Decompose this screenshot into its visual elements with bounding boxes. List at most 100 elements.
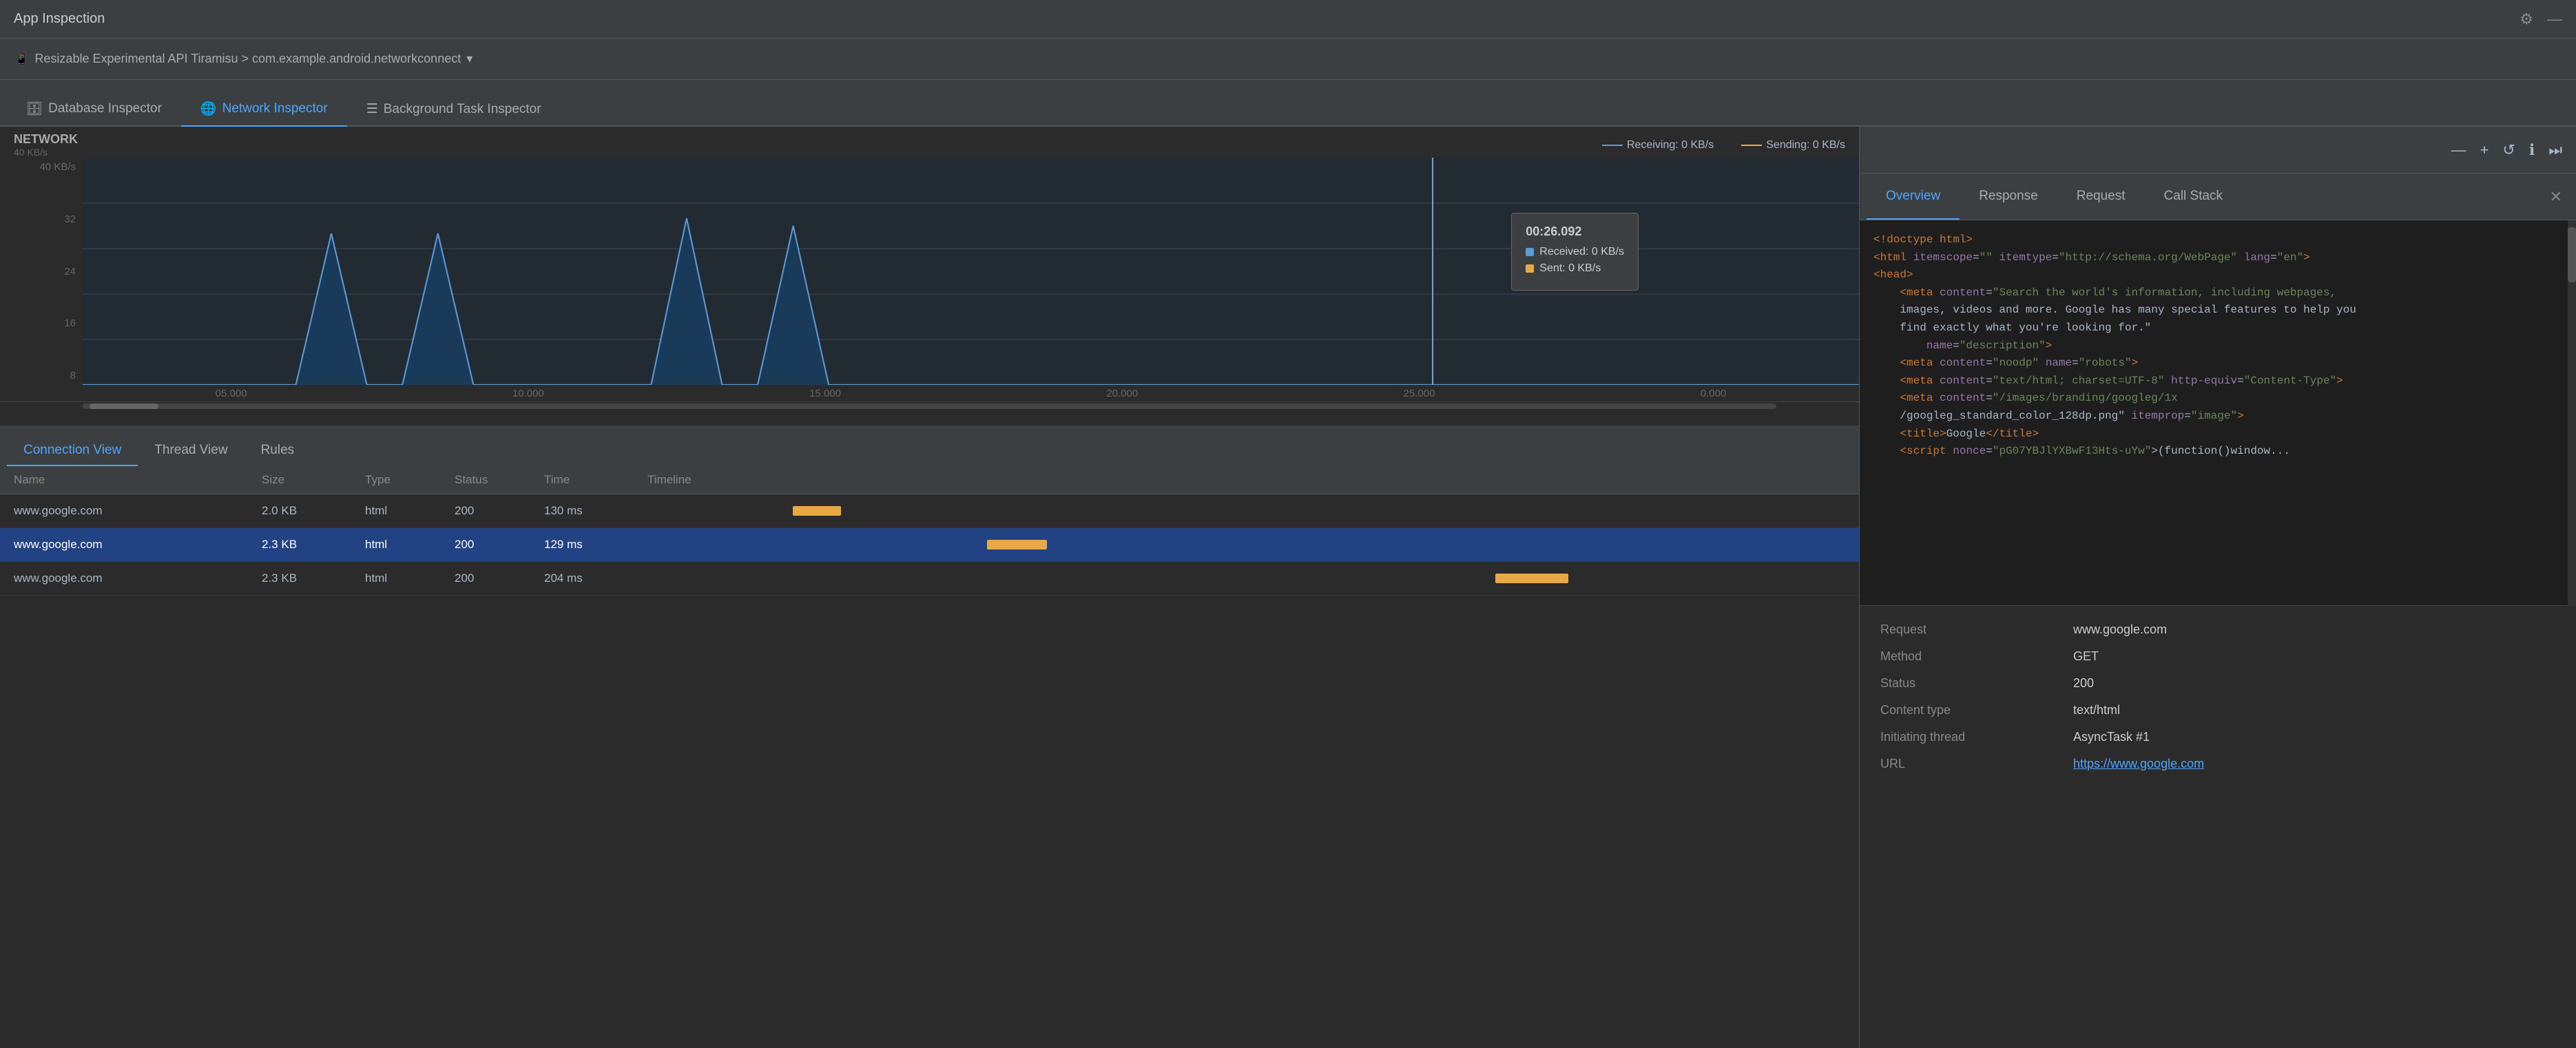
meta-method-label: Method [1880, 649, 2073, 664]
x-label-15: 15.000 [809, 388, 841, 399]
tab-background[interactable]: ☰ Background Task Inspector [347, 93, 561, 127]
th-timeline-label: Timeline [647, 473, 692, 486]
row2-time: 129 ms [544, 538, 647, 552]
meta-content-type-label: Content type [1880, 703, 2073, 717]
row2-size: 2.3 KB [262, 538, 365, 552]
meta-content-type: Content type text/html [1880, 703, 2555, 717]
x-label-05: 05.000 [216, 388, 247, 399]
row2-name: www.google.com [0, 538, 262, 552]
tab-callstack-label: Call Stack [2164, 189, 2223, 204]
info-icon[interactable]: ℹ [2529, 141, 2535, 159]
tooltip-sent-row: Sent: 0 KB/s [1526, 262, 1624, 275]
code-line: <meta content="/images/branding/googleg/… [1873, 390, 2562, 408]
meta-status-label: Status [1880, 676, 2073, 691]
sub-tabs: Connection View Thread View Rules [0, 426, 1859, 466]
tab-response-label: Response [1979, 189, 2038, 204]
scrollbar-area[interactable] [0, 404, 1859, 417]
tooltip-sent-label: Sent: 0 KB/s [1539, 262, 1601, 275]
th-timeline[interactable]: Timeline [647, 473, 1859, 487]
table-row[interactable]: www.google.com 2.3 KB html 200 129 ms [0, 528, 1859, 562]
row3-name: www.google.com [0, 572, 262, 585]
left-panel: NETWORK 40 KB/s Receiving: 0 KB/s Sendin… [0, 127, 1860, 1048]
tab-overview-label: Overview [1886, 189, 1940, 204]
tooltip: 00:26.092 Received: 0 KB/s Sent: 0 KB/s [1511, 213, 1639, 291]
tab-response[interactable]: Response [1960, 174, 2057, 220]
network-graph: NETWORK 40 KB/s Receiving: 0 KB/s Sendin… [0, 127, 1859, 402]
graph-body: 40 KB/s 32 24 16 8 [0, 158, 1859, 385]
row3-bar [1495, 574, 1568, 583]
play-icon[interactable]: ⏭ [2548, 141, 2562, 159]
reset-icon[interactable]: ↺ [2502, 141, 2515, 159]
tooltip-received-label: Received: 0 KB/s [1539, 246, 1624, 258]
code-view: <!doctype html> <html itemscope="" itemt… [1860, 220, 2576, 606]
code-line: <head> [1873, 266, 2562, 284]
row3-timeline [647, 570, 1859, 587]
tab-callstack[interactable]: Call Stack [2145, 174, 2243, 220]
row3-type: html [365, 572, 455, 585]
table-row[interactable]: www.google.com 2.0 KB html 200 130 ms [0, 494, 1859, 528]
x-axis: 05.000 10.000 15.000 20.000 25.000 0.000 [0, 385, 1859, 399]
y-label-24: 24 [64, 266, 76, 277]
legend-sending-label: Sending: 0 KB/s [1766, 139, 1845, 151]
settings-icon[interactable]: ⚙ [2520, 10, 2533, 28]
row1-size: 2.0 KB [262, 504, 365, 518]
tab-overview[interactable]: Overview [1867, 174, 1960, 220]
tab-thread-label: Thread View [154, 443, 227, 457]
meta-url: URL https://www.google.com [1880, 757, 2555, 771]
x-label-10: 10.000 [512, 388, 544, 399]
row2-type: html [365, 538, 455, 552]
inspector-tabs: 🗄 Database Inspector 🌐 Network Inspector… [0, 80, 2576, 127]
th-size-label: Size [262, 473, 284, 486]
graph-unit: 40 KB/s [14, 147, 78, 158]
tooltip-received-row: Received: 0 KB/s [1526, 246, 1624, 258]
code-line: <script nonce="pG07YBJlYXBwF13Hts-uYw">(… [1873, 443, 2562, 461]
th-name[interactable]: Name [0, 473, 262, 487]
detail-tabs-header: Overview Response Request Call Stack ✕ [1860, 174, 2576, 220]
row1-type: html [365, 504, 455, 518]
table-row[interactable]: www.google.com 2.3 KB html 200 204 ms [0, 562, 1859, 596]
meta-url-value[interactable]: https://www.google.com [2073, 757, 2204, 771]
zoom-out-icon[interactable]: — [2451, 141, 2466, 159]
th-time-label: Time [544, 473, 570, 486]
detail-tabs: Overview Response Request Call Stack [1867, 174, 2242, 220]
app-title: App Inspection [14, 11, 105, 27]
row1-bar [793, 506, 841, 516]
code-line: <meta content="Search the world's inform… [1873, 284, 2562, 302]
tab-connection-view[interactable]: Connection View [7, 436, 138, 466]
y-label-16: 16 [64, 317, 76, 329]
tab-request[interactable]: Request [2057, 174, 2145, 220]
tab-rules[interactable]: Rules [245, 436, 311, 466]
legend-sending-line [1741, 145, 1762, 146]
vertical-scrollbar[interactable] [2568, 220, 2576, 606]
tab-thread-view[interactable]: Thread View [138, 436, 244, 466]
code-line: find exactly what you're looking for." [1873, 319, 2562, 337]
th-status[interactable]: Status [455, 473, 544, 487]
meta-request-label: Request [1880, 622, 2073, 637]
chart-area[interactable]: 00:26.092 Received: 0 KB/s Sent: 0 KB/s [83, 158, 1859, 385]
dropdown-icon[interactable]: ▾ [466, 52, 472, 66]
tab-network-label: Network Inspector [222, 101, 328, 116]
minimize-icon[interactable]: — [2547, 10, 2562, 28]
title-bar: App Inspection ⚙ — [0, 0, 2576, 39]
x-label-0: 0.000 [1701, 388, 1727, 399]
tab-network[interactable]: 🌐 Network Inspector [181, 92, 347, 127]
scrollbar-thumb[interactable] [90, 404, 158, 409]
th-type-label: Type [365, 473, 391, 486]
code-line: /googleg_standard_color_128dp.png" itemp… [1873, 408, 2562, 426]
scrollbar-thumb[interactable] [2568, 227, 2576, 282]
close-button[interactable]: ✕ [2543, 181, 2569, 213]
tab-database-label: Database Inspector [48, 101, 162, 116]
legend-receiving: Receiving: 0 KB/s [1602, 139, 1714, 151]
th-time[interactable]: Time [544, 473, 647, 487]
th-size[interactable]: Size [262, 473, 365, 487]
graph-title: NETWORK [14, 132, 78, 147]
code-view-wrapper: <!doctype html> <html itemscope="" itemt… [1860, 220, 2576, 606]
y-axis: 40 KB/s 32 24 16 8 [0, 158, 83, 385]
th-type[interactable]: Type [365, 473, 455, 487]
scrollbar-track[interactable] [83, 404, 1776, 409]
meta-initiating-thread-value: AsyncTask #1 [2073, 730, 2150, 744]
row3-size: 2.3 KB [262, 572, 365, 585]
tab-database[interactable]: 🗄 Database Inspector [7, 92, 181, 127]
device-icon: 📱 [14, 52, 29, 66]
zoom-in-icon[interactable]: + [2480, 141, 2489, 159]
